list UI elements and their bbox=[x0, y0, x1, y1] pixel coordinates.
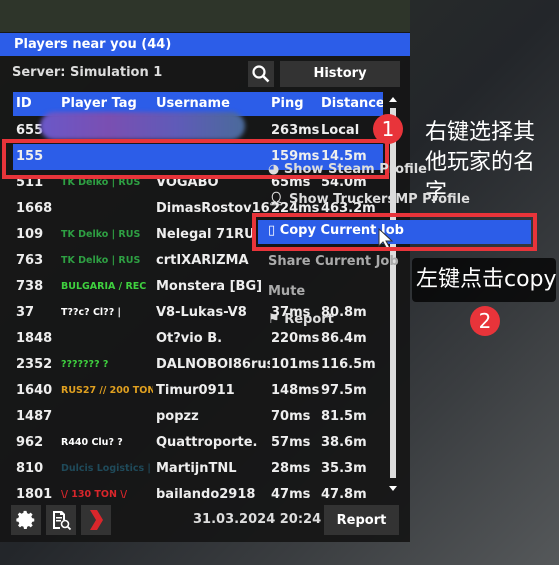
table-row[interactable]: 1487 popzz 70ms 81.5m bbox=[13, 404, 383, 430]
table-row[interactable]: 2352 ??????? ? DALNOBOI86rus 101ms 116.5m bbox=[13, 352, 383, 378]
player-tag: Dulcis Logistics | bbox=[61, 463, 151, 474]
ping: 148ms bbox=[271, 383, 320, 398]
table-row[interactable]: 810 Dulcis Logistics | MartijnTNL 28ms 35.3m bbox=[13, 456, 383, 482]
ping: 70ms bbox=[271, 409, 311, 424]
scrollbar[interactable] bbox=[388, 94, 398, 494]
player-tag: T??c? Cl?? | bbox=[61, 307, 121, 318]
gear-icon bbox=[16, 510, 35, 529]
settings-button[interactable] bbox=[11, 505, 41, 535]
username: Quattroporte. bbox=[156, 435, 258, 450]
distance: 97.5m bbox=[321, 383, 367, 398]
flag-icon: ⚑ bbox=[268, 312, 285, 327]
username: Ot?vio B. bbox=[156, 331, 223, 346]
menu-item-mute[interactable]: Mute bbox=[268, 284, 305, 299]
username: popzz bbox=[156, 409, 199, 424]
table-row[interactable]: 1848 Ot?vio B. 220ms 86.4m bbox=[13, 326, 383, 352]
scroll-up-icon[interactable] bbox=[388, 94, 398, 104]
truckersmp-logo-icon bbox=[90, 510, 103, 530]
players-panel: Players near you (44) Server: Simulation… bbox=[0, 32, 410, 542]
player-tag: TK Delko | RUS bbox=[61, 255, 141, 266]
menu-item-show-truckersmp-profile[interactable]: 👤︎ Show TruckersMP Profile bbox=[268, 192, 470, 207]
table-row[interactable]: 738 BULGARIA / REC Monstera [BG] bbox=[13, 274, 383, 300]
player-id: 1640 bbox=[16, 383, 53, 398]
redacted-blur bbox=[40, 112, 245, 140]
background-scene bbox=[0, 0, 410, 32]
log-search-button[interactable] bbox=[46, 505, 76, 535]
column-ping[interactable]: Ping bbox=[271, 92, 304, 116]
annotation-box-copy-job bbox=[252, 213, 537, 251]
distance: 38.6m bbox=[321, 435, 367, 450]
scroll-down-icon[interactable] bbox=[388, 484, 398, 494]
username: MartijnTNL bbox=[156, 461, 237, 476]
steam-icon: ◕ bbox=[268, 162, 284, 177]
distance: 35.3m bbox=[321, 461, 367, 476]
annotation-note-2: 左键点击copy bbox=[416, 267, 557, 292]
table-row[interactable]: 962 R440 Clu? ? Quattroporte. 57ms 38.6m bbox=[13, 430, 383, 456]
server-label: Server: Simulation 1 bbox=[12, 65, 163, 80]
column-id[interactable]: ID bbox=[16, 92, 32, 116]
player-tag: RUS27 // 200 TON bbox=[61, 385, 153, 396]
ping: 220ms bbox=[271, 331, 320, 346]
username: Monstera [BG] bbox=[156, 279, 263, 294]
player-id: 2352 bbox=[16, 357, 53, 372]
player-tag: ??????? ? bbox=[61, 359, 109, 370]
player-id: 1487 bbox=[16, 409, 53, 424]
player-id: 738 bbox=[16, 279, 44, 294]
ping: 28ms bbox=[271, 461, 311, 476]
menu-item-report[interactable]: ⚑ Report bbox=[268, 312, 334, 327]
player-id: 1848 bbox=[16, 331, 53, 346]
player-id: 1668 bbox=[16, 201, 53, 216]
report-button[interactable]: Report bbox=[324, 505, 399, 535]
distance: 116.5m bbox=[321, 357, 376, 372]
annotation-badge-1: 1 bbox=[373, 114, 403, 144]
column-distance[interactable]: Distance bbox=[321, 92, 383, 116]
search-button[interactable] bbox=[248, 61, 274, 87]
distance: 81.5m bbox=[321, 409, 367, 424]
document-search-icon bbox=[53, 511, 72, 531]
player-id: 109 bbox=[16, 227, 44, 242]
player-id: 763 bbox=[16, 253, 44, 268]
menu-item-show-steam-profile[interactable]: ◕ Show Steam Profile bbox=[268, 162, 427, 177]
username: Timur0911 bbox=[156, 383, 235, 398]
panel-title: Players near you (44) bbox=[0, 33, 410, 56]
player-id: 810 bbox=[16, 461, 44, 476]
ping: 57ms bbox=[271, 435, 311, 450]
username: bailando2918 bbox=[156, 487, 256, 502]
user-icon: 👤︎ bbox=[268, 192, 290, 207]
truckersmp-button[interactable] bbox=[81, 505, 111, 535]
history-button[interactable]: History bbox=[280, 61, 400, 87]
username: DALNOBOI86rus bbox=[156, 357, 270, 372]
annotation-badge-2: 2 bbox=[470, 306, 500, 336]
username: V8-Lukas-V8 bbox=[156, 305, 247, 320]
date-time: 31.03.2024 20:24 bbox=[193, 512, 322, 527]
menu-item-share-current-job[interactable]: Share Current Job bbox=[268, 254, 399, 269]
player-tag: R440 Clu? ? bbox=[61, 437, 123, 448]
table-row[interactable]: 1640 RUS27 // 200 TON Timur0911 148ms 97.5m bbox=[13, 378, 383, 404]
player-tag: TK Delko | RUS bbox=[61, 229, 141, 240]
ping: 47ms bbox=[271, 487, 311, 502]
search-icon bbox=[252, 65, 270, 83]
player-id: 962 bbox=[16, 435, 44, 450]
player-id: 37 bbox=[16, 305, 35, 320]
distance: 86.4m bbox=[321, 331, 367, 346]
player-tag: BULGARIA / REC bbox=[61, 281, 147, 292]
username: crtIXARIZMA bbox=[156, 253, 249, 268]
ping: 101ms bbox=[271, 357, 320, 372]
